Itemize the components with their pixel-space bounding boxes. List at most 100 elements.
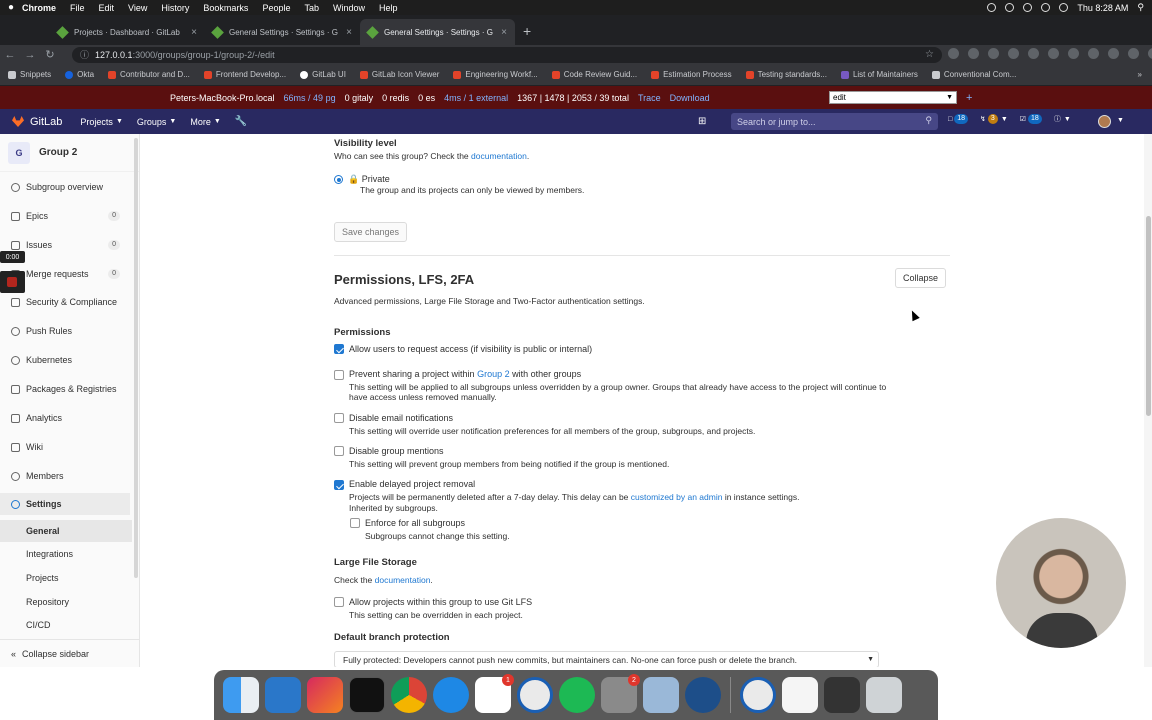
pockity-icon[interactable] [685, 677, 721, 713]
finder-icon[interactable] [223, 677, 259, 713]
menu-edit[interactable]: Edit [99, 3, 115, 13]
sidebar-item-epics[interactable]: Epics 0 [0, 205, 130, 227]
nav-projects-dropdown[interactable]: Projects ▼ [80, 117, 122, 127]
extension-icon[interactable] [948, 48, 959, 59]
menu-help[interactable]: Help [379, 3, 398, 13]
perf-pg[interactable]: 66ms / 49 pg [284, 93, 336, 103]
document-icon[interactable] [782, 677, 818, 713]
battery-icon[interactable] [1059, 3, 1069, 12]
sidebar-item-push-rules[interactable]: Push Rules [0, 320, 130, 342]
bookmark-engineering[interactable]: Engineering Workf... [453, 70, 538, 79]
perf-trace-link[interactable]: Trace [638, 93, 661, 103]
bookmark-conventional[interactable]: Conventional Com... [931, 70, 1016, 79]
tab-general-settings-active[interactable]: General Settings · Settings · G × [360, 19, 515, 45]
bookmark-star-icon[interactable]: ☆ [925, 49, 934, 60]
sidebar-item-security[interactable]: Security & Compliance [0, 291, 130, 313]
slack-icon[interactable]: 1 [475, 674, 514, 713]
page-scrollbar-thumb[interactable] [1146, 216, 1151, 416]
request-access-label[interactable]: Allow users to request access (if visibi… [349, 344, 592, 354]
terminal-icon[interactable] [349, 677, 385, 713]
menu-file[interactable]: File [70, 3, 85, 13]
wifi-icon[interactable] [1041, 3, 1051, 12]
vscode-icon[interactable] [265, 677, 301, 713]
close-icon[interactable]: × [346, 27, 352, 38]
spotify-icon[interactable] [559, 677, 595, 713]
menu-view[interactable]: View [128, 3, 147, 13]
enforce-subgroups-checkbox[interactable] [350, 518, 360, 528]
address-bar[interactable]: ⓘ 127.0.0.1:3000/groups/group-1/group-2/… [72, 46, 942, 63]
collapse-button[interactable]: Collapse [895, 268, 946, 288]
1password-icon[interactable] [517, 677, 553, 713]
tab-dashboard[interactable]: Projects · Dashboard · GitLab × [50, 19, 205, 45]
sidebar-subitem-repository[interactable]: Repository [0, 591, 132, 613]
lfs-documentation-link[interactable]: documentation [375, 575, 431, 585]
status-icon[interactable] [1005, 3, 1015, 12]
close-icon[interactable]: × [501, 27, 507, 38]
profile-avatar-icon[interactable] [1148, 48, 1152, 59]
prevent-sharing-checkbox[interactable] [334, 370, 344, 380]
close-icon[interactable]: × [191, 27, 197, 38]
bookmark-contributor[interactable]: Contributor and D... [108, 70, 190, 79]
screenshot-icon[interactable] [824, 677, 860, 713]
visibility-documentation-link[interactable]: documentation [471, 151, 527, 161]
prevent-sharing-label[interactable]: Prevent sharing a project within Group 2… [349, 369, 581, 379]
sidebar-item-packages[interactable]: Packages & Registries [0, 378, 130, 400]
sidebar-scrollbar[interactable] [134, 138, 138, 578]
apple-icon[interactable]: ● [0, 2, 22, 13]
sidebar-item-subgroup-overview[interactable]: Subgroup overview [0, 176, 130, 198]
tab-general-settings[interactable]: General Settings · Settings · G × [205, 19, 360, 45]
enforce-subgroups-label[interactable]: Enforce for all subgroups [365, 518, 465, 528]
visibility-private-radio[interactable] [334, 175, 343, 184]
bookmark-estimation[interactable]: Estimation Process [651, 70, 732, 79]
back-icon[interactable]: ← [0, 49, 20, 61]
new-dropdown-plus-icon[interactable]: ⊞ [698, 116, 706, 127]
info-icon[interactable]: ⓘ [80, 48, 89, 61]
menu-tab[interactable]: Tab [304, 3, 319, 13]
safari-icon[interactable] [433, 677, 469, 713]
sidebar-item-members[interactable]: Members [0, 465, 130, 487]
extension-icon[interactable] [1068, 48, 1079, 59]
page-scrollbar[interactable] [1144, 134, 1152, 667]
bookmark-snippets[interactable]: Snippets [8, 70, 51, 79]
gitlab-brand[interactable]: GitLab [30, 116, 62, 128]
1password-mini-icon[interactable] [740, 677, 776, 713]
reload-icon[interactable]: ↻ [40, 48, 60, 61]
sidebar-item-kubernetes[interactable]: Kubernetes [0, 349, 130, 371]
lfs-checkbox[interactable] [334, 597, 344, 607]
save-changes-button[interactable]: Save changes [334, 222, 407, 242]
menu-history[interactable]: History [161, 3, 189, 13]
menu-window[interactable]: Window [333, 3, 365, 13]
group-link[interactable]: Group 2 [477, 369, 510, 379]
bookmark-icon-viewer[interactable]: GitLab Icon Viewer [359, 70, 439, 79]
disable-email-label[interactable]: Disable email notifications [349, 413, 453, 423]
sidebar-subitem-integrations[interactable]: Integrations [0, 543, 132, 565]
bookmark-okta[interactable]: Okta [65, 70, 94, 79]
status-icon[interactable] [987, 3, 997, 12]
chrome-icon[interactable] [391, 677, 427, 713]
search-input[interactable]: Search or jump to... ⚲ [731, 113, 938, 130]
status-icon[interactable] [1023, 3, 1033, 12]
request-access-checkbox[interactable] [334, 344, 344, 354]
extension-icon[interactable] [1128, 48, 1139, 59]
bookmark-frontend[interactable]: Frontend Develop... [203, 70, 286, 79]
bookmarks-overflow-icon[interactable]: » [1138, 70, 1142, 79]
extension-icon[interactable] [1088, 48, 1099, 59]
collapse-sidebar-button[interactable]: «Collapse sidebar [0, 639, 139, 667]
sidebar-item-wiki[interactable]: Wiki [0, 436, 130, 458]
sidebar-subitem-projects[interactable]: Projects [0, 567, 132, 589]
perf-request-select[interactable]: edit ▼ [829, 91, 957, 104]
rubymine-icon[interactable] [307, 677, 343, 713]
perf-add-request-button[interactable]: + [966, 92, 972, 104]
customized-by-admin-link[interactable]: customized by an admin [631, 492, 723, 502]
extension-icon[interactable] [1008, 48, 1019, 59]
sidebar-item-settings[interactable]: Settings [0, 493, 130, 515]
help-dropdown[interactable]: ⓘ ▼ [1054, 114, 1071, 124]
delayed-removal-label[interactable]: Enable delayed project removal [349, 479, 475, 489]
bookmark-maintainers[interactable]: List of Maintainers [840, 70, 918, 79]
bookmark-gitlab-ui[interactable]: GitLab UI [300, 70, 346, 79]
perf-download-link[interactable]: Download [670, 93, 710, 103]
visibility-private-label[interactable]: 🔒 Private [348, 174, 390, 185]
perf-redis[interactable]: 0 redis [382, 93, 409, 103]
clock[interactable]: Thu 8:28 AM [1077, 3, 1128, 13]
forward-icon[interactable]: → [20, 49, 40, 61]
